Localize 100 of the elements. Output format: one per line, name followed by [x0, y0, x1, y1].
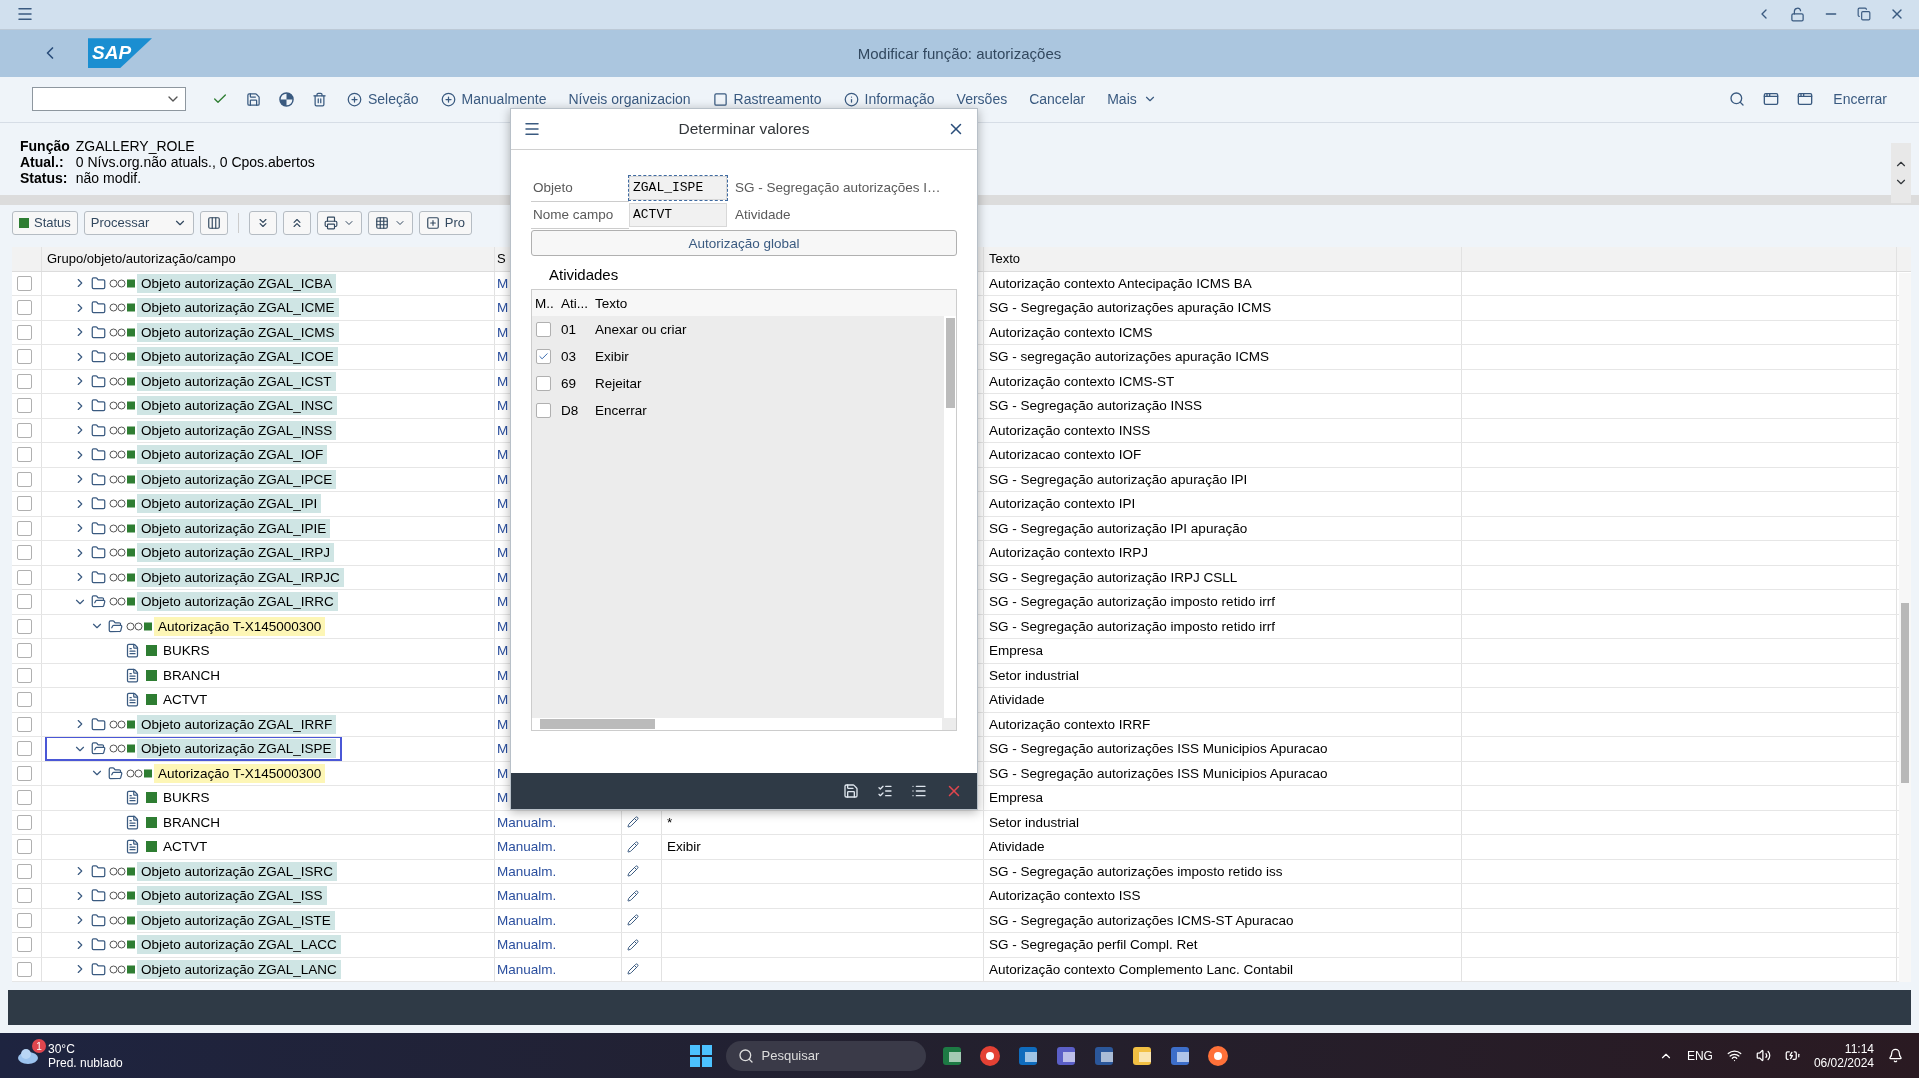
process-dropdown[interactable]: Processar — [83, 210, 194, 235]
volume-icon[interactable] — [1755, 1048, 1771, 1064]
more-menu[interactable]: Mais — [1099, 87, 1165, 112]
input-field[interactable]: ACTVT — [629, 202, 727, 227]
tree-node-label[interactable]: Objeto autorização ZGAL_ISTE — [137, 910, 335, 930]
tree-node-label[interactable]: Objeto autorização ZGAL_ICBA — [137, 273, 337, 293]
row-checkbox[interactable] — [17, 814, 32, 830]
row-checkbox[interactable] — [17, 398, 32, 414]
status-button[interactable]: Status — [12, 210, 78, 235]
collapse-all-button[interactable] — [282, 210, 311, 235]
save-icon[interactable] — [843, 783, 859, 799]
exit-button[interactable]: Encerrar — [1825, 87, 1895, 112]
row-checkbox[interactable] — [17, 520, 32, 536]
row-checkbox[interactable] — [17, 643, 32, 659]
tree-node-label[interactable]: BRANCH — [159, 665, 224, 685]
edit-icon[interactable] — [627, 840, 639, 853]
activity-checkbox[interactable] — [536, 403, 551, 418]
layout-button[interactable] — [367, 210, 413, 235]
tree-node-label[interactable]: BRANCH — [159, 812, 224, 832]
tree-node-label[interactable]: Objeto autorização ZGAL_ISRC — [137, 861, 338, 881]
tree-node-label[interactable]: Objeto autorização ZGAL_LANC — [137, 959, 341, 979]
clock-date[interactable]: 06/02/2024 — [1813, 1055, 1874, 1070]
tree-node-label[interactable]: Autorização T-X145000300 — [154, 616, 326, 636]
search-field[interactable]: Pesquisar — [725, 1040, 926, 1071]
row-checkbox[interactable] — [17, 324, 32, 340]
row-checkbox[interactable] — [17, 447, 32, 463]
toolbar-button[interactable]: Seleção — [339, 87, 427, 112]
row-checkbox[interactable] — [17, 716, 32, 732]
tree-node-label[interactable]: Objeto autorização ZGAL_ICMS — [137, 322, 339, 342]
row-checkbox[interactable] — [17, 839, 32, 855]
row-checkbox[interactable] — [17, 496, 32, 512]
row-checkbox[interactable] — [17, 373, 32, 389]
browser-icon[interactable] — [977, 1043, 1002, 1068]
profile-button[interactable]: Pro — [418, 210, 473, 235]
row-checkbox[interactable] — [17, 765, 32, 781]
row-checkbox[interactable] — [17, 863, 32, 879]
row-checkbox[interactable] — [17, 692, 32, 708]
language-indicator[interactable]: ENG — [1686, 1048, 1713, 1063]
activity-checkbox[interactable] — [536, 376, 551, 391]
row-checkbox[interactable] — [17, 937, 32, 953]
browser-icon[interactable] — [1205, 1043, 1230, 1068]
tree-node-label[interactable]: Objeto autorização ZGAL_IRPJ — [137, 543, 335, 563]
edit-icon[interactable] — [627, 889, 639, 902]
tree-node-label[interactable]: Objeto autorização ZGAL_LACC — [137, 935, 341, 955]
tree-node-label[interactable]: Objeto autorização ZGAL_ICST — [137, 371, 336, 391]
toolbar-button[interactable]: Cancelar — [1021, 87, 1094, 112]
row-checkbox[interactable] — [17, 545, 32, 561]
edit-icon[interactable] — [627, 816, 639, 829]
tree-node-label[interactable]: Objeto autorização ZGAL_IPI — [137, 494, 322, 514]
expand-all-button[interactable] — [248, 210, 277, 235]
wifi-icon[interactable] — [1726, 1048, 1742, 1064]
row-checkbox[interactable] — [17, 667, 32, 683]
scrollbar[interactable] — [532, 718, 942, 730]
input-field[interactable]: ZGAL_ISPE — [629, 175, 727, 200]
clock-time[interactable]: 11:14 — [1844, 1041, 1874, 1056]
tree-node-label[interactable]: Objeto autorização ZGAL_INSC — [137, 396, 338, 416]
header-scroller[interactable] — [1891, 142, 1911, 203]
toolbar-button[interactable]: Versões — [948, 87, 1016, 112]
checklist-icon[interactable] — [877, 783, 893, 799]
row-checkbox[interactable] — [17, 594, 32, 610]
columns-button[interactable] — [199, 210, 228, 235]
restore-icon[interactable] — [1857, 7, 1871, 22]
tree-node-label[interactable]: Objeto autorização ZGAL_INSS — [137, 420, 337, 440]
global-authorization-button[interactable]: Autorização global — [531, 230, 957, 256]
tree-node-label[interactable]: Objeto autorização ZGAL_IRPJC — [137, 567, 344, 587]
toolbar-button[interactable]: Informação — [835, 87, 943, 112]
command-field[interactable] — [32, 87, 186, 112]
list-icon[interactable] — [911, 783, 927, 799]
scrollbar[interactable] — [1899, 272, 1911, 983]
edit-icon[interactable] — [627, 963, 639, 976]
activity-checkbox[interactable] — [536, 349, 551, 364]
start-icon[interactable] — [689, 1044, 712, 1067]
tree-node-label[interactable]: Objeto autorização ZGAL_ICME — [137, 298, 339, 318]
row-checkbox[interactable] — [17, 349, 32, 365]
tree-node-label[interactable]: ACTVT — [159, 837, 212, 857]
toolbar-button[interactable]: Rastreamento — [704, 87, 830, 112]
print-button[interactable] — [316, 210, 362, 235]
notification-icon[interactable] — [1888, 1048, 1903, 1064]
row-checkbox[interactable] — [17, 888, 32, 904]
tree-node-label[interactable]: Objeto autorização ZGAL_IRRF — [137, 714, 337, 734]
row-checkbox[interactable] — [17, 961, 32, 977]
tree-node-label[interactable]: Objeto autorização ZGAL_ICOE — [137, 347, 338, 367]
tree-node-label[interactable]: BUKRS — [159, 788, 214, 808]
tree-node-label[interactable]: BUKRS — [159, 641, 214, 661]
scrollbar[interactable] — [944, 316, 956, 718]
row-checkbox[interactable] — [17, 471, 32, 487]
row-checkbox[interactable] — [17, 618, 32, 634]
row-checkbox[interactable] — [17, 569, 32, 585]
edit-icon[interactable] — [627, 938, 639, 951]
row-checkbox[interactable] — [17, 300, 32, 316]
tree-node-label[interactable]: Objeto autorização ZGAL_IPCE — [137, 469, 337, 489]
row-checkbox[interactable] — [17, 790, 32, 806]
edit-icon[interactable] — [627, 865, 639, 878]
menu-icon[interactable] — [523, 120, 541, 138]
tree-node-label[interactable]: Objeto autorização ZGAL_IRRC — [137, 592, 338, 612]
row-checkbox[interactable] — [17, 912, 32, 928]
activity-checkbox[interactable] — [536, 322, 551, 337]
toolbar-button[interactable]: Manualmente — [432, 87, 555, 112]
tree-node-label[interactable]: Objeto autorização ZGAL_IPIE — [137, 518, 331, 538]
tree-node-label[interactable]: Autorização T-X145000300 — [154, 763, 326, 783]
